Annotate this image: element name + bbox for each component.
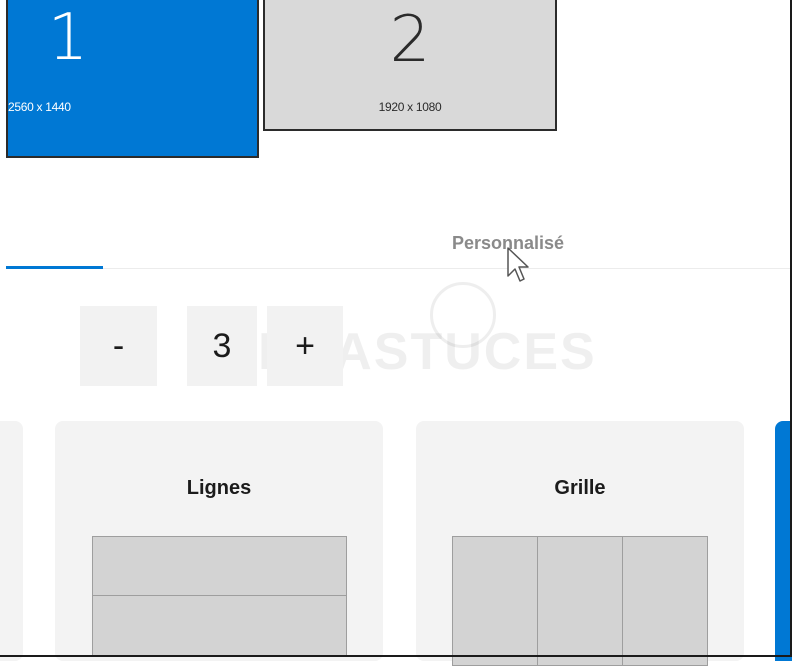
monitor-2-resolution: 1920 x 1080 xyxy=(378,100,442,114)
layout-zone xyxy=(538,536,623,666)
monitor-1-resolution: 2560 x 1440 xyxy=(8,100,71,114)
layout-zone xyxy=(92,596,347,656)
tab-divider xyxy=(103,268,792,269)
monitor-2-tile[interactable]: 2 1920 x 1080 xyxy=(263,0,557,131)
lines-layout-preview xyxy=(92,536,347,656)
layout-card-title: Lignes xyxy=(186,477,252,499)
stepper-value[interactable]: 3 xyxy=(187,306,257,386)
layout-zone xyxy=(623,536,708,666)
layout-card-lines[interactable]: Lignes xyxy=(55,421,383,661)
layout-card-previous[interactable] xyxy=(0,421,23,661)
monitor-1-tile[interactable]: 1 2560 x 1440 xyxy=(6,0,259,158)
active-tab-indicator xyxy=(6,266,103,269)
layout-zone xyxy=(92,536,347,596)
layout-card-title: Grille xyxy=(554,477,606,499)
monitor-1-number: 1 xyxy=(47,1,89,75)
grid-layout-preview xyxy=(452,536,708,666)
layout-zone xyxy=(452,536,538,666)
increment-button[interactable]: + xyxy=(267,306,343,386)
mouse-cursor-icon xyxy=(507,247,529,282)
layout-card-grid[interactable]: Grille xyxy=(416,421,744,666)
monitor-2-number: 2 xyxy=(389,3,431,77)
decrement-button[interactable]: - xyxy=(80,306,157,386)
